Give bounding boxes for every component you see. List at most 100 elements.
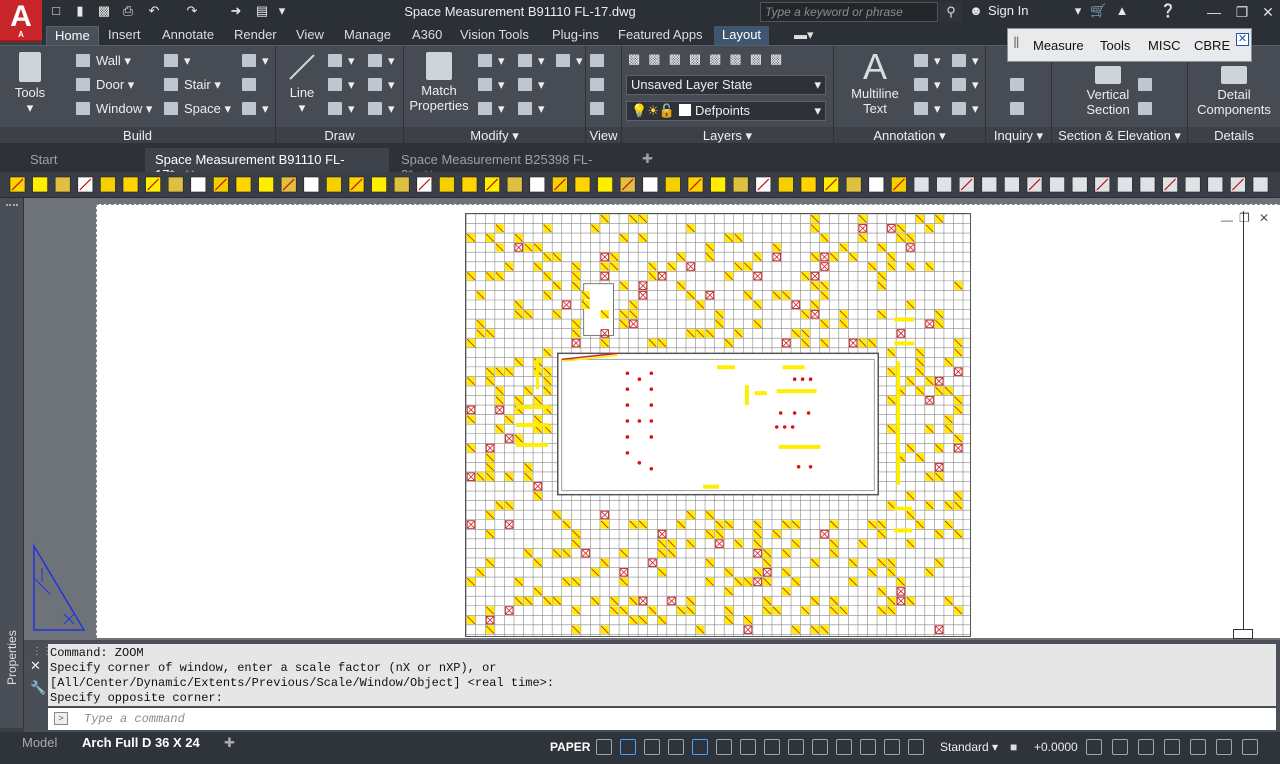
- grid-button[interactable]: ▾: [242, 52, 269, 70]
- chevron-down-icon[interactable]: ▾: [1070, 3, 1086, 19]
- toolbar-tool-icon[interactable]: [800, 176, 817, 193]
- sign-in-button[interactable]: Sign In: [988, 3, 1028, 18]
- prompt-icon[interactable]: >: [54, 712, 68, 725]
- floor-plan-viewport[interactable]: [465, 213, 971, 637]
- new-icon[interactable]: □: [48, 3, 64, 19]
- offset-button[interactable]: ▾: [478, 100, 505, 118]
- column-button[interactable]: [242, 76, 262, 94]
- status-tool-icon[interactable]: [1216, 739, 1232, 755]
- toolbar-tool-icon[interactable]: [642, 176, 659, 193]
- toolbar-tool-icon[interactable]: [258, 176, 274, 193]
- status-toggle-icon[interactable]: [692, 739, 708, 755]
- menu-misc[interactable]: MISC: [1148, 38, 1181, 53]
- status-toggle-icon[interactable]: [644, 739, 660, 755]
- elevation-value[interactable]: +0.0000: [1034, 736, 1078, 758]
- join-button[interactable]: ▾: [518, 100, 545, 118]
- status-toggle-icon[interactable]: [668, 739, 684, 755]
- build-panel-title[interactable]: Build: [0, 127, 275, 144]
- annotation-visibility-icon[interactable]: ■: [1010, 736, 1028, 758]
- space-button[interactable]: Space ▾: [164, 100, 231, 118]
- section-mark-button[interactable]: [1138, 100, 1158, 118]
- application-menu-button[interactable]: AA: [0, 0, 42, 42]
- window-button[interactable]: Window ▾: [76, 100, 152, 118]
- save-icon[interactable]: ▩: [96, 3, 112, 19]
- grip-handle[interactable]: [6, 204, 18, 214]
- status-toggle-icon[interactable]: [812, 739, 828, 755]
- rotate-button[interactable]: ▾: [518, 52, 545, 70]
- status-toggle-icon[interactable]: [716, 739, 732, 755]
- region-button[interactable]: ▾: [368, 100, 395, 118]
- toolbar-tool-icon[interactable]: [732, 176, 749, 193]
- print-icon[interactable]: ⎙: [120, 3, 136, 19]
- annotation-scale[interactable]: Standard ▾: [940, 736, 998, 758]
- menu-tools[interactable]: Tools: [1100, 38, 1130, 53]
- status-tool-icon[interactable]: [1164, 739, 1180, 755]
- tab-render[interactable]: Render: [226, 26, 285, 45]
- viewport-minimize-icon[interactable]: —: [1221, 213, 1233, 227]
- toolbar-icons[interactable]: [0, 172, 1280, 198]
- match-properties-button[interactable]: Match Properties: [406, 52, 472, 113]
- close-button[interactable]: ✕: [1254, 2, 1280, 22]
- redo-icon[interactable]: ↷: [184, 3, 200, 19]
- toolbar-tool-icon[interactable]: [778, 176, 794, 193]
- dimension-button[interactable]: ▾: [914, 52, 941, 70]
- status-right-tools[interactable]: [1086, 736, 1276, 758]
- toolbar-tool-icon[interactable]: [1252, 176, 1269, 193]
- status-toggle-icon[interactable]: [764, 739, 780, 755]
- status-toggle-icon[interactable]: [884, 739, 900, 755]
- minimize-button[interactable]: —: [1200, 2, 1228, 22]
- toolbar-tool-icon[interactable]: [981, 176, 998, 193]
- new-tab-button[interactable]: ✚: [636, 148, 660, 172]
- multiline-text-button[interactable]: A Multiline Text: [842, 48, 908, 117]
- workspace-icon[interactable]: ▤: [254, 3, 270, 19]
- roof-button[interactable]: ▾: [242, 100, 269, 118]
- polyline-button[interactable]: ▾: [328, 52, 355, 70]
- status-tool-icon[interactable]: [1242, 739, 1258, 755]
- tab-start[interactable]: Start: [20, 148, 142, 172]
- status-tool-icon[interactable]: [1112, 739, 1128, 755]
- toolbar-tool-icon[interactable]: [32, 176, 48, 193]
- toolbar-tool-icon[interactable]: [1184, 176, 1201, 193]
- close-icon[interactable]: ✕: [1236, 33, 1249, 46]
- viewport-restore-icon[interactable]: ❐: [1239, 211, 1250, 225]
- properties-palette[interactable]: Properties: [0, 198, 24, 728]
- toolbar-tool-icon[interactable]: [506, 176, 523, 193]
- toolbar-tool-icon[interactable]: [122, 176, 139, 193]
- open-icon[interactable]: ▮: [72, 3, 88, 19]
- toolbar-tool-icon[interactable]: [326, 176, 342, 193]
- menu-cbre[interactable]: CBRE: [1194, 38, 1230, 53]
- toolbar-tool-icon[interactable]: [529, 176, 546, 193]
- wall-button[interactable]: Wall ▾: [76, 52, 131, 70]
- tab-insert[interactable]: Insert: [100, 26, 149, 45]
- a360-icon[interactable]: ▲: [1114, 3, 1130, 19]
- toolbar-tool-icon[interactable]: [665, 176, 681, 193]
- close-icon[interactable]: ✕: [30, 658, 41, 674]
- ribbon-display-toggle[interactable]: ▬▾: [786, 26, 822, 45]
- door-button[interactable]: Door ▾: [76, 76, 134, 94]
- toolbar-tool-icon[interactable]: [1071, 176, 1088, 193]
- modify-panel-title[interactable]: Modify ▾: [404, 127, 585, 144]
- viewport-button[interactable]: [590, 100, 610, 118]
- tab-file-b91110[interactable]: Space Measurement B91110 FL-17*✕: [145, 148, 389, 182]
- add-layout-button[interactable]: ✚: [216, 735, 243, 753]
- measure-button[interactable]: [1010, 76, 1030, 94]
- viewport-close-icon[interactable]: ✕: [1259, 211, 1269, 225]
- toolbar-tool-icon[interactable]: [597, 176, 613, 193]
- status-toggle-icon[interactable]: [836, 739, 852, 755]
- toolbar-tool-icon[interactable]: [1207, 176, 1224, 193]
- status-toggle-icon[interactable]: [620, 739, 636, 755]
- tab-file-b25398[interactable]: Space Measurement B25398 FL-2*✕: [391, 148, 631, 182]
- line-button[interactable]: Line ▾: [282, 52, 322, 115]
- rectangle-button[interactable]: ▾: [328, 100, 355, 118]
- erase-button[interactable]: ▾: [518, 76, 545, 94]
- tab-a360[interactable]: A360: [404, 26, 450, 45]
- status-toggles[interactable]: [596, 736, 936, 758]
- tab-home[interactable]: Home: [46, 26, 99, 45]
- layer-dropdown[interactable]: 💡☀🔓 Defpoints ▾: [626, 101, 826, 121]
- status-toggle-icon[interactable]: [908, 739, 924, 755]
- command-input[interactable]: Type a command: [48, 708, 1276, 730]
- toolbar-tool-icon[interactable]: [913, 176, 930, 193]
- hatch-button[interactable]: ▾: [368, 76, 395, 94]
- keynote-button[interactable]: ▾: [952, 52, 979, 70]
- share-icon[interactable]: ➜: [228, 3, 244, 19]
